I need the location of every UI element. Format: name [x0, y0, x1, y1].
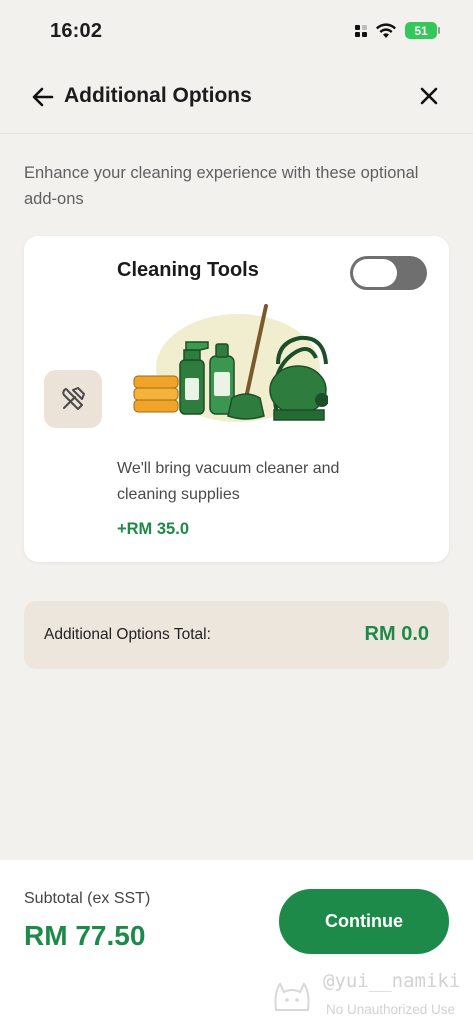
close-icon[interactable]	[417, 84, 441, 108]
subtotal-value: RM 77.50	[24, 920, 146, 951]
intro-text: Enhance your cleaning experience with th…	[24, 164, 419, 208]
watermark: @yui__namiki No Unauthorized Use	[268, 964, 473, 1024]
cleaning-supplies-illustration	[133, 304, 328, 422]
tools-icon-badge	[44, 370, 102, 428]
page-title: Additional Options	[64, 84, 252, 107]
total-label: Additional Options Total:	[44, 626, 211, 643]
cat-logo-icon	[274, 982, 310, 1011]
option-toggle[interactable]	[350, 256, 427, 290]
status-bar: 16:02 51	[0, 0, 473, 62]
continue-button[interactable]: Continue	[279, 889, 449, 954]
signal-icon	[355, 24, 367, 37]
tools-icon	[62, 387, 85, 410]
option-card-cleaning-tools[interactable]: Cleaning Tools We'll bring vacuum cleane…	[24, 236, 449, 562]
watermark-handle: @yui__namiki	[323, 970, 461, 992]
subtotal-label: Subtotal (ex SST)	[24, 890, 151, 907]
back-arrow-icon[interactable]	[30, 84, 56, 110]
toggle-knob	[353, 259, 397, 287]
status-icons: 51	[355, 22, 440, 39]
option-description: We'll bring vacuum cleaner and cleaning …	[117, 460, 340, 503]
footer-bar: Subtotal (ex SST) RM 77.50 Continue @yui…	[0, 860, 473, 1024]
wifi-icon	[376, 22, 396, 38]
watermark-notice: No Unauthorized Use	[326, 1002, 456, 1017]
additional-options-total: Additional Options Total: RM 0.0	[24, 601, 449, 669]
status-time: 16:02	[50, 20, 103, 42]
total-value: RM 0.0	[364, 623, 429, 645]
option-price: +RM 35.0	[117, 520, 189, 538]
header-divider	[0, 133, 473, 134]
battery-charging-icon: 51	[405, 22, 440, 39]
header: Additional Options	[0, 72, 473, 122]
option-title: Cleaning Tools	[117, 259, 259, 281]
